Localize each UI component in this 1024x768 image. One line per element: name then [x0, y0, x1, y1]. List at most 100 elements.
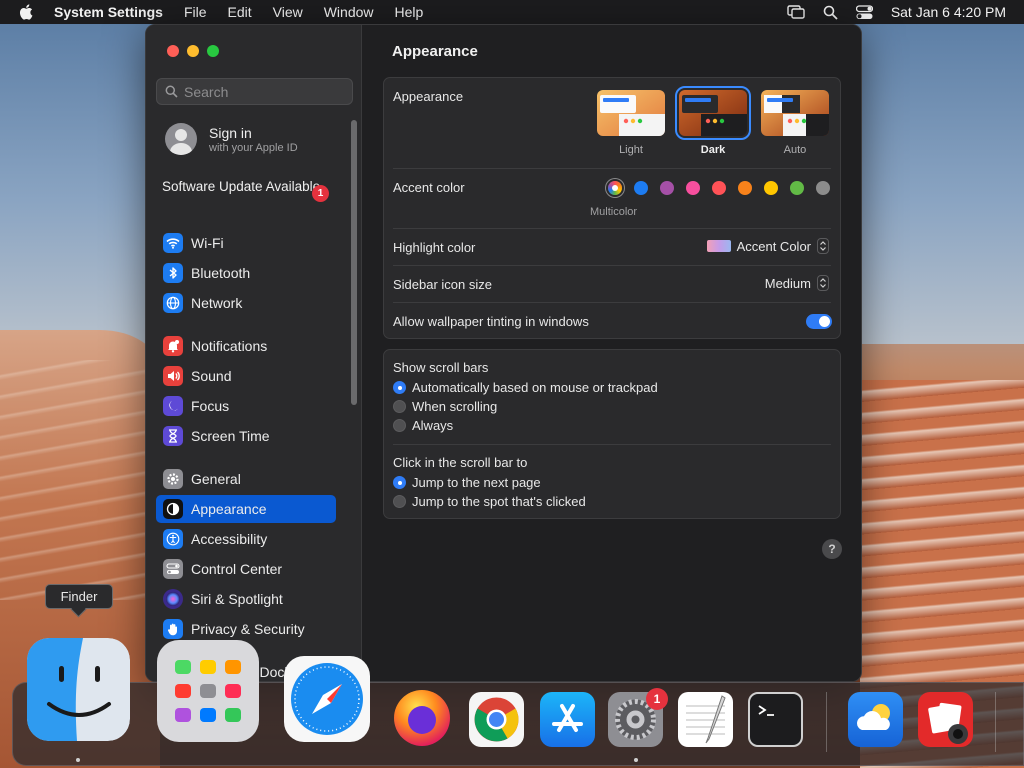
accent-red-swatch[interactable] — [712, 181, 726, 195]
sidebar-item-privacy-security[interactable]: Privacy & Security — [156, 615, 336, 643]
radio-button[interactable] — [393, 419, 406, 432]
sidebar-item-general[interactable]: General — [156, 465, 336, 493]
scroll-option-always[interactable]: Always — [393, 418, 453, 433]
theme-light-thumbnail[interactable] — [597, 90, 665, 136]
highlight-preview-swatch — [706, 240, 731, 252]
chrome-icon — [474, 697, 519, 742]
radio-label: Jump to the spot that's clicked — [412, 494, 586, 509]
sidebar-item-focus[interactable]: Focus — [156, 392, 336, 420]
highlight-color-popup[interactable]: Accent Color — [706, 238, 829, 254]
screen-mirroring-icon[interactable] — [787, 4, 805, 20]
wallpaper-stripes — [0, 360, 160, 600]
control-center-menu-icon[interactable] — [855, 4, 873, 20]
sidebar-item-label: Screen Time — [191, 428, 270, 444]
accent-selected-label: Multicolor — [590, 206, 638, 218]
sidebar-item-appearance[interactable]: Appearance — [156, 495, 336, 523]
dock-app-terminal[interactable] — [748, 692, 803, 747]
click-option-spot[interactable]: Jump to the spot that's clicked — [393, 494, 586, 509]
highlight-color-label: Highlight color — [393, 240, 476, 255]
dock-app-safari[interactable] — [284, 656, 370, 742]
hourglass-icon — [163, 426, 183, 446]
popup-chevron-icon — [817, 275, 829, 291]
accessibility-icon — [163, 529, 183, 549]
help-button[interactable]: ? — [822, 539, 842, 559]
sidebar-item-siri-spotlight[interactable]: Siri & Spotlight — [156, 585, 336, 613]
window-controls — [167, 45, 219, 57]
sidebar-item-accessibility[interactable]: Accessibility — [156, 525, 336, 553]
scroll-bars-panel: Show scroll bars Automatically based on … — [383, 349, 841, 519]
theme-dark-thumbnail[interactable] — [675, 86, 751, 140]
click-option-next-page[interactable]: Jump to the next page — [393, 475, 541, 490]
sidebar-item-bluetooth[interactable]: Bluetooth — [156, 259, 336, 287]
bell-icon — [163, 336, 183, 356]
dock-app-launchpad[interactable] — [157, 640, 259, 742]
sidebar-icon-size-popup[interactable]: Medium — [765, 275, 829, 291]
radio-button[interactable] — [393, 476, 406, 489]
theme-auto-thumbnail[interactable] — [761, 90, 829, 136]
sidebar: Sign in with your Apple ID Software Upda… — [146, 25, 362, 681]
menu-clock[interactable]: Sat Jan 6 4:20 PM — [891, 4, 1006, 20]
sidebar-item-control-center[interactable]: Control Center — [156, 555, 336, 583]
sidebar-scrollbar[interactable] — [351, 120, 357, 405]
menu-view[interactable]: View — [273, 4, 303, 20]
appearance-row-label: Appearance — [393, 89, 464, 104]
apple-id-signin[interactable]: Sign in with your Apple ID — [165, 123, 298, 155]
sidebar-item-notifications[interactable]: Notifications — [156, 332, 336, 360]
minimize-window-button[interactable] — [187, 45, 199, 57]
menu-file[interactable]: File — [184, 4, 207, 20]
radio-button[interactable] — [393, 381, 406, 394]
sidebar-item-sound[interactable]: Sound — [156, 362, 336, 390]
dock-app-chrome[interactable] — [469, 692, 524, 747]
app-store-icon — [552, 704, 583, 732]
dock-tooltip: Finder — [45, 584, 113, 609]
dock-app-weather[interactable] — [848, 692, 903, 747]
dock-app-textedit[interactable] — [678, 692, 733, 747]
accent-blue-swatch[interactable] — [634, 181, 648, 195]
sidebar-item-label: Sound — [191, 368, 232, 384]
menu-edit[interactable]: Edit — [228, 4, 252, 20]
software-update-item[interactable]: Software Update Available — [162, 179, 332, 195]
radio-label: Always — [412, 418, 454, 433]
wallpaper-tinting-toggle[interactable] — [806, 314, 832, 329]
accent-graphite-swatch[interactable] — [816, 181, 830, 195]
accent-green-swatch[interactable] — [790, 181, 804, 195]
menu-window[interactable]: Window — [324, 4, 374, 20]
menu-app-name[interactable]: System Settings — [54, 4, 163, 20]
sidebar-item-screen-time[interactable]: Screen Time — [156, 422, 336, 450]
accent-multicolor-swatch[interactable] — [608, 181, 622, 195]
sidebar-item-network[interactable]: Network — [156, 289, 336, 317]
search-field[interactable] — [156, 78, 353, 105]
dock-app-finder[interactable] — [27, 638, 130, 741]
moon-icon — [163, 396, 183, 416]
bluetooth-icon — [163, 263, 183, 283]
dock-separator — [826, 692, 827, 752]
close-window-button[interactable] — [167, 45, 179, 57]
photo-booth-icon — [928, 702, 968, 744]
dock-separator — [995, 692, 996, 752]
scroll-option-automatic[interactable]: Automatically based on mouse or trackpad — [393, 380, 658, 395]
spotlight-search-icon[interactable] — [823, 5, 838, 20]
menu-help[interactable]: Help — [395, 4, 424, 20]
radio-button[interactable] — [393, 495, 406, 508]
radio-button[interactable] — [393, 400, 406, 413]
dock-app-photo-booth[interactable] — [918, 692, 973, 747]
running-indicator — [76, 758, 80, 762]
accent-purple-swatch[interactable] — [660, 181, 674, 195]
sidebar-icon-size-label: Sidebar icon size — [393, 277, 492, 292]
theme-auto-label: Auto — [783, 144, 807, 156]
dock-app-firefox[interactable] — [390, 684, 454, 748]
dock-app-app-store[interactable] — [540, 692, 595, 747]
accent-orange-swatch[interactable] — [738, 181, 752, 195]
theme-dark-label: Dark — [700, 144, 726, 156]
search-input[interactable] — [184, 83, 344, 100]
accent-pink-swatch[interactable] — [686, 181, 700, 195]
zoom-window-button[interactable] — [207, 45, 219, 57]
search-icon — [165, 85, 178, 98]
apple-logo-icon[interactable] — [18, 3, 36, 21]
sidebar-item-wifi[interactable]: Wi-Fi — [156, 229, 336, 257]
radio-label: Jump to the next page — [412, 475, 541, 490]
sidebar-item-label: Bluetooth — [191, 265, 251, 281]
scroll-option-when-scrolling[interactable]: When scrolling — [393, 399, 497, 414]
settings-dock-badge: 1 — [646, 688, 668, 710]
accent-yellow-swatch[interactable] — [764, 181, 778, 195]
